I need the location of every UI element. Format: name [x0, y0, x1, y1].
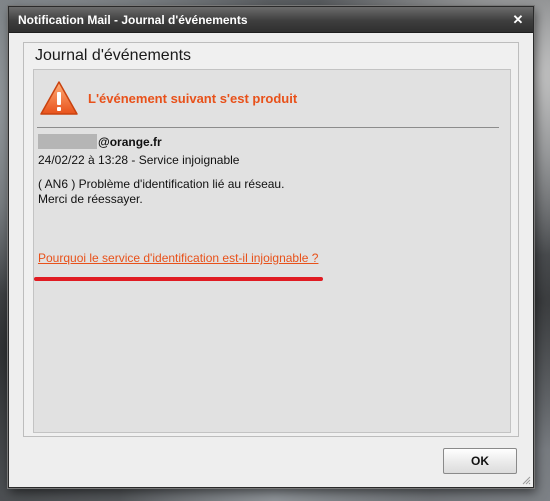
event-datetime: 24/02/22 à 13:28 - Service injoignable — [38, 153, 240, 167]
warning-icon — [40, 81, 78, 115]
email-domain: @orange.fr — [98, 134, 162, 149]
window-title: Notification Mail - Journal d'événements — [18, 12, 248, 27]
panel-title: Journal d'événements — [35, 47, 192, 64]
help-link[interactable]: Pourquoi le service d'identification est… — [38, 251, 318, 265]
title-bar[interactable]: Notification Mail - Journal d'événements… — [9, 7, 533, 33]
event-message: ( AN6 ) Problème d'identification lié au… — [38, 177, 285, 191]
event-header: L'événement suivant s'est produit — [88, 91, 298, 106]
event-log-panel: Journal d'événements L'événement suivant… — [23, 42, 519, 437]
red-annotation-underline — [34, 277, 323, 281]
notification-dialog: Notification Mail - Journal d'événements… — [8, 6, 534, 488]
event-retry-message: Merci de réessayer. — [38, 192, 143, 206]
event-details: L'événement suivant s'est produit @orang… — [33, 69, 511, 433]
ok-button[interactable]: OK — [443, 448, 517, 474]
redacted-username — [38, 134, 97, 149]
divider — [37, 127, 499, 128]
resize-grip-icon[interactable] — [521, 475, 531, 485]
account-email: @orange.fr — [38, 134, 162, 149]
close-icon[interactable]: ✕ — [511, 13, 525, 27]
